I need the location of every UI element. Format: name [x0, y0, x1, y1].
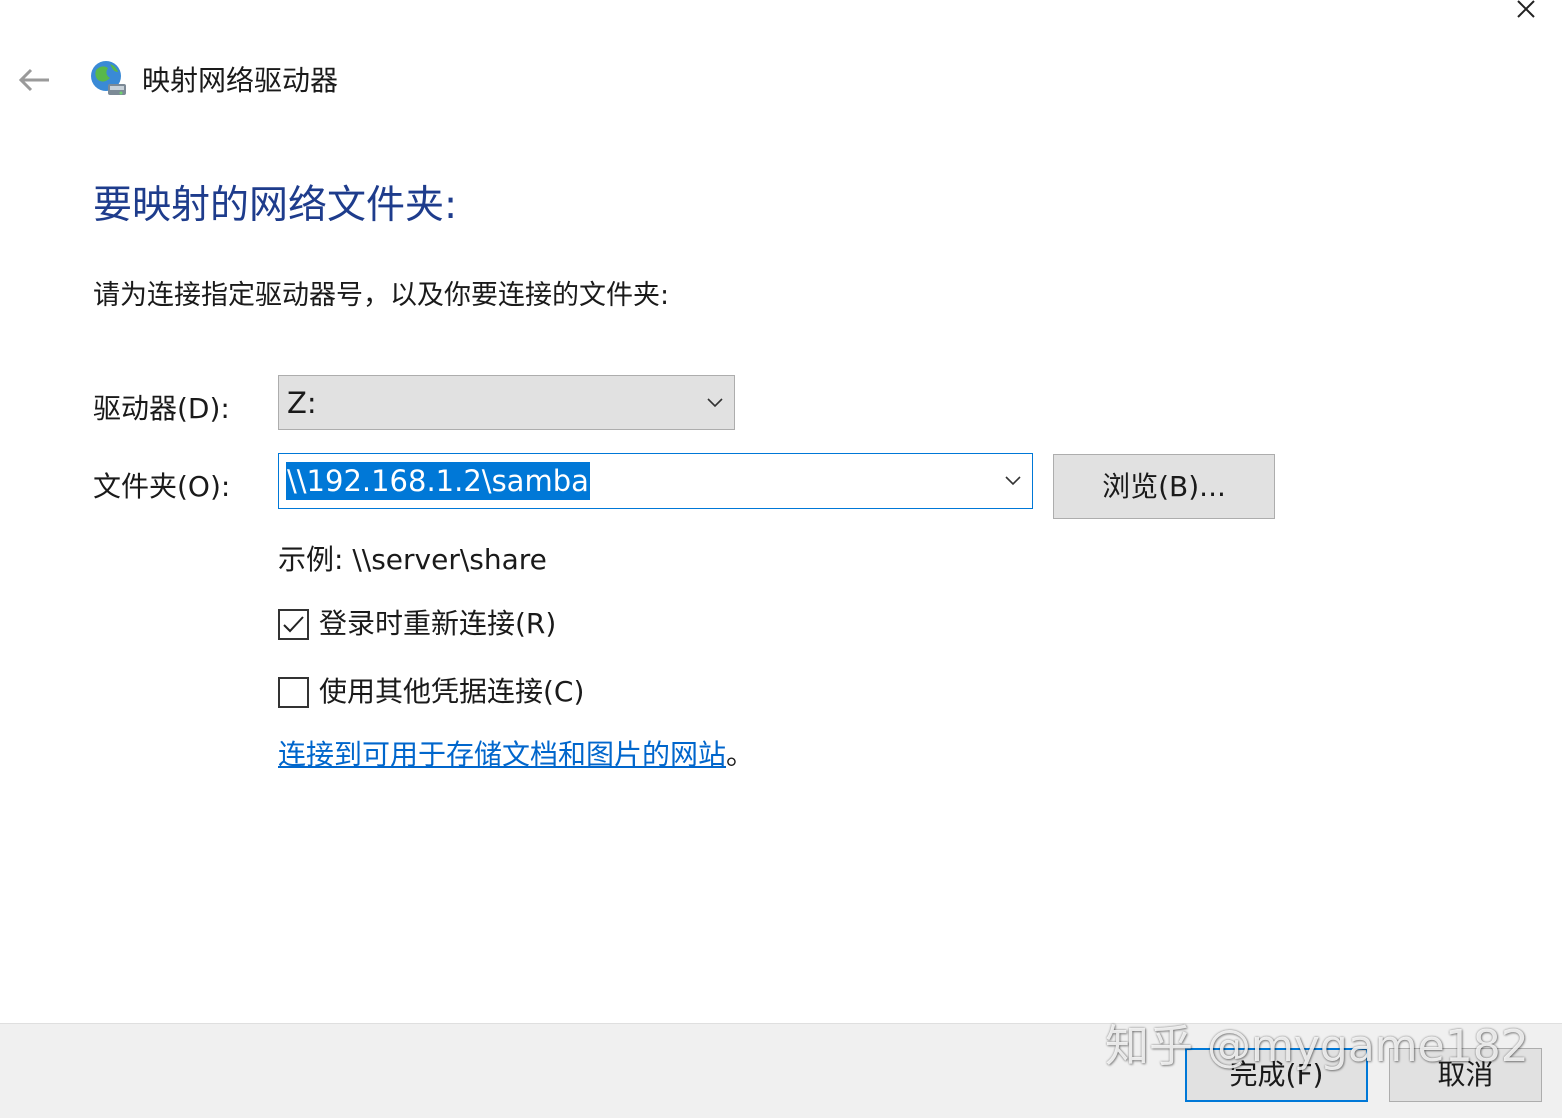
reconnect-checkbox-row[interactable]: 登录时重新连接(R)	[278, 604, 556, 644]
other-credentials-label: 使用其他凭据连接(C)	[319, 675, 585, 708]
folder-input-value: \\192.168.1.2\samba	[286, 462, 590, 500]
reconnect-label: 登录时重新连接(R)	[319, 607, 557, 640]
close-icon	[1517, 0, 1535, 18]
finish-button[interactable]: 完成(F)	[1185, 1048, 1368, 1102]
website-link[interactable]: 连接到可用于存储文档和图片的网站	[278, 738, 726, 771]
example-text: 示例: \\server\share	[278, 543, 547, 576]
window-title: 映射网络驱动器	[142, 64, 339, 97]
back-arrow-icon	[18, 68, 49, 92]
page-heading: 要映射的网络文件夹:	[93, 183, 458, 228]
folder-input[interactable]: \\192.168.1.2\samba	[278, 453, 1033, 509]
folder-label: 文件夹(O):	[93, 470, 231, 503]
other-credentials-checkbox-row[interactable]: 使用其他凭据连接(C)	[278, 672, 584, 712]
chevron-down-icon[interactable]	[1004, 475, 1022, 487]
drive-select-value: Z:	[287, 386, 317, 420]
chevron-down-icon	[707, 398, 723, 408]
close-button[interactable]	[1508, 0, 1544, 24]
checkmark-icon	[283, 615, 304, 632]
dialog-footer: 完成(F) 取消	[0, 1023, 1562, 1118]
back-button[interactable]	[14, 62, 54, 98]
cancel-button[interactable]: 取消	[1389, 1048, 1542, 1102]
drive-select[interactable]: Z:	[278, 375, 735, 430]
drive-label: 驱动器(D):	[93, 392, 230, 425]
link-suffix: 。	[726, 738, 755, 771]
map-network-drive-dialog: 映射网络驱动器 要映射的网络文件夹: 请为连接指定驱动器号，以及你要连接的文件夹…	[0, 0, 1562, 1118]
instruction-text: 请为连接指定驱动器号，以及你要连接的文件夹:	[93, 280, 670, 311]
website-link-row: 连接到可用于存储文档和图片的网站。	[278, 735, 754, 775]
browse-button[interactable]: 浏览(B)...	[1053, 454, 1275, 519]
reconnect-checkbox[interactable]	[278, 608, 309, 640]
other-credentials-checkbox[interactable]	[278, 676, 309, 708]
network-drive-icon	[91, 61, 126, 95]
